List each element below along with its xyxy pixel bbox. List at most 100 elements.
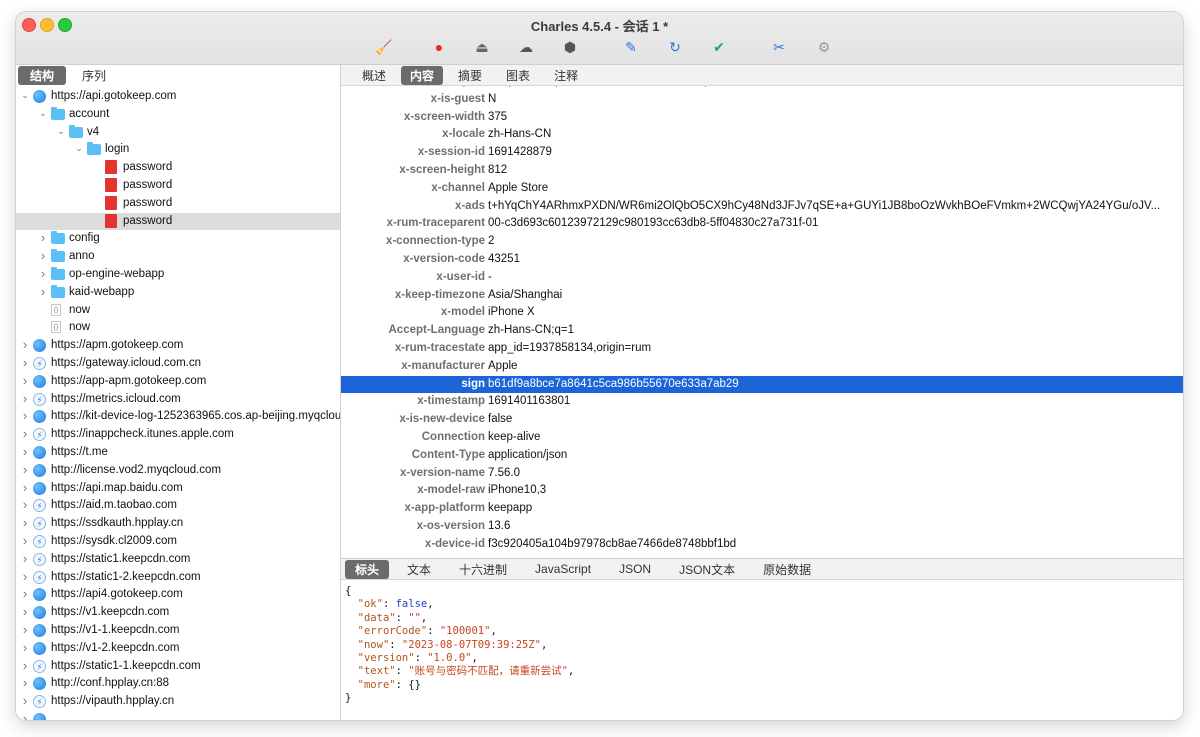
chevron-right-icon[interactable]: › [20,480,30,495]
chevron-right-icon[interactable]: › [20,533,30,548]
tree-row[interactable]: › https://v1-1.keepcdn.com [16,622,340,640]
chevron-right-icon[interactable]: › [20,444,30,459]
detail-tab-3[interactable]: 图表 [497,66,539,85]
chevron-right-icon[interactable]: › [20,675,30,690]
chevron-down-icon[interactable]: ⌄ [20,90,30,101]
tree-row[interactable]: › https://kit-device-log-1252363965.cos.a… [16,408,340,426]
header-row[interactable]: x-channel Apple Store [341,180,1183,198]
tree-row[interactable]: › ⚡ https://inappcheck.itunes.apple.com [16,426,340,444]
chevron-right-icon[interactable]: › [20,408,30,423]
header-row[interactable]: Accept-Language zh-Hans-CN;q=1 [341,322,1183,340]
check-button[interactable]: ✔ [710,38,728,56]
tree-row[interactable]: › ⚡ https://static1-1.keepcdn.com [16,658,340,676]
header-row[interactable]: x-user-id - [341,269,1183,287]
chevron-right-icon[interactable]: › [20,497,30,512]
tree-row[interactable]: › https://api4.gotokeep.com [16,586,340,604]
response-tab-4[interactable]: JSON [609,561,661,577]
detail-tab-1[interactable]: 内容 [401,65,444,85]
sidebar-tab-0[interactable]: 结构 [18,65,67,85]
chevron-right-icon[interactable]: › [20,711,30,720]
tree-row[interactable]: › ⚡ https://sysdk.cl2009.com [16,533,340,551]
chevron-right-icon[interactable]: › [20,569,30,584]
tree-row[interactable]: › https://api.map.baidu.com [16,480,340,498]
chevron-right-icon[interactable]: › [20,693,30,708]
header-row[interactable]: x-rum-tracestate app_id=1937858134,origin… [341,340,1183,358]
request-headers-table[interactable]: User-AgentKeep/7.56.0 (iPhone; iOS 13.6;… [341,86,1183,558]
header-row[interactable]: x-os-version 13.6 [341,518,1183,536]
chevron-right-icon[interactable]: › [20,604,30,619]
header-row[interactable]: x-app-platform keepapp [341,500,1183,518]
tree-row[interactable]: › config [16,230,340,248]
header-row[interactable]: x-keep-timezone Asia/Shanghai [341,287,1183,305]
header-row[interactable]: x-timestamp 1691401163801 [341,393,1183,411]
header-row[interactable]: x-device-id f3c920405a104b97978cb8ae7466d… [341,536,1183,554]
header-row[interactable]: x-is-new-device false [341,411,1183,429]
tree-row[interactable]: ⌄ v4 [16,124,340,142]
header-row[interactable]: x-ads t+hYqChY4ARhmxPXDN/WR6mi2OlQbO5CX9h… [341,198,1183,216]
chevron-right-icon[interactable]: › [20,373,30,388]
tree-row[interactable]: {} now [16,302,340,320]
chevron-right-icon[interactable]: › [38,284,48,299]
tree-row[interactable]: › ⚡ https://ssdkauth.hpplay.cn [16,515,340,533]
chevron-right-icon[interactable]: › [20,462,30,477]
tree-row[interactable]: › https://v1.keepcdn.com [16,604,340,622]
chevron-down-icon[interactable]: ⌄ [74,143,84,154]
header-row[interactable]: x-rum-traceparent 00-c3d693c60123972129c9… [341,215,1183,233]
header-row[interactable]: x-screen-width 375 [341,109,1183,127]
tree-row[interactable]: › http://conf.hpplay.cn:88 [16,675,340,693]
tree-row[interactable]: › https://v1-2.keepcdn.com [16,640,340,658]
header-row[interactable]: x-connection-type 2 [341,233,1183,251]
detail-tab-2[interactable]: 摘要 [449,66,491,85]
tree-row[interactable]: › [16,711,340,720]
host-tree[interactable]: ⌄ https://api.gotokeep.com ⌄ account ⌄ v4 ⌄ log… [16,88,340,720]
chevron-down-icon[interactable]: ⌄ [56,126,66,137]
header-row[interactable]: x-locale zh-Hans-CN [341,126,1183,144]
header-row[interactable]: x-version-name 7.56.0 [341,465,1183,483]
tree-row[interactable]: › ⚡ https://vipauth.hpplay.cn [16,693,340,711]
tree-row[interactable]: ⌄ https://api.gotokeep.com [16,88,340,106]
tree-row[interactable]: › http://license.vod2.myqcloud.com [16,462,340,480]
chevron-right-icon[interactable]: › [20,622,30,637]
header-row[interactable]: Connection keep-alive [341,429,1183,447]
tree-row[interactable]: › op-engine-webapp [16,266,340,284]
response-tab-1[interactable]: 文本 [397,560,441,579]
header-row[interactable]: x-model-raw iPhone10,3 [341,482,1183,500]
response-tab-6[interactable]: 原始数据 [753,560,821,579]
tree-row[interactable]: ⌄ login [16,141,340,159]
chevron-right-icon[interactable]: › [38,266,48,281]
chevron-down-icon[interactable]: ⌄ [38,108,48,119]
detail-tab-4[interactable]: 注释 [545,66,587,85]
tree-row[interactable]: password [16,159,340,177]
chevron-right-icon[interactable]: › [20,355,30,370]
stop-button[interactable]: ⬢ [561,38,579,56]
response-tab-2[interactable]: 十六进制 [449,560,517,579]
response-json-view[interactable]: { "ok": false, "data": "", "errorCode": … [345,585,574,706]
tree-row[interactable]: › ⚡ https://aid.m.taobao.com [16,497,340,515]
sidebar-tab-1[interactable]: 序列 [70,66,118,85]
tree-row[interactable]: › https://t.me [16,444,340,462]
chevron-right-icon[interactable]: › [20,426,30,441]
refresh-button[interactable]: ↻ [666,38,684,56]
response-tab-0[interactable]: 标头 [345,559,390,579]
chevron-right-icon[interactable]: › [20,515,30,530]
record-button[interactable]: ● [430,38,448,56]
tree-row[interactable]: password [16,212,340,231]
tree-row[interactable]: › ⚡ https://static1-2.keepcdn.com [16,569,340,587]
tree-row[interactable]: › ⚡ https://metrics.icloud.com [16,391,340,409]
pen-button[interactable]: ✎ [622,38,640,56]
tree-row[interactable]: › kaid-webapp [16,284,340,302]
chevron-right-icon[interactable]: › [38,230,48,245]
header-row[interactable]: x-manufacturer Apple [341,358,1183,376]
tree-row[interactable]: › ⚡ https://static1.keepcdn.com [16,551,340,569]
response-tab-5[interactable]: JSON文本 [669,560,745,579]
tree-row[interactable]: password [16,195,340,213]
throttle-button[interactable]: ⏏ [473,38,491,56]
header-row[interactable]: x-model iPhone X [341,304,1183,322]
tree-row[interactable]: {} now [16,319,340,337]
tree-row[interactable]: ⌄ account [16,106,340,124]
header-row[interactable]: x-session-id 1691428879 [341,144,1183,162]
header-row[interactable]: x-version-code 43251 [341,251,1183,269]
tree-row[interactable]: › ⚡ https://gateway.icloud.com.cn [16,355,340,373]
chevron-right-icon[interactable]: › [20,640,30,655]
tree-row[interactable]: › https://apm.gotokeep.com [16,337,340,355]
